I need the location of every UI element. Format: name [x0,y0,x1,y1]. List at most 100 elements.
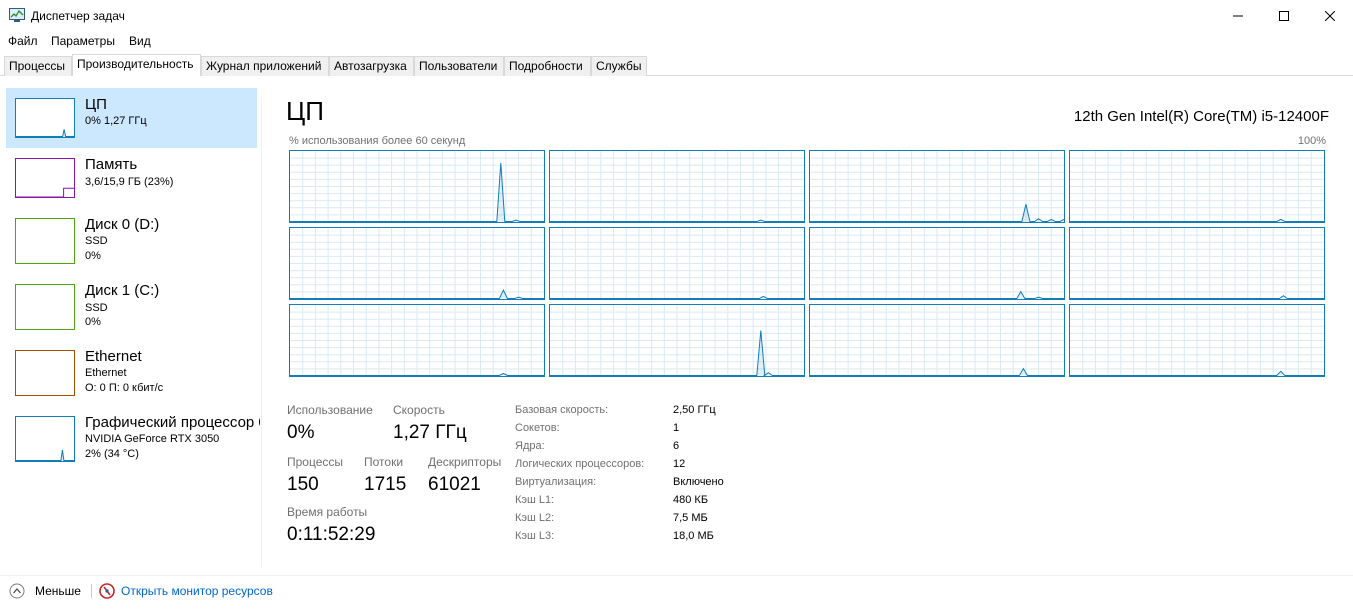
sidebar-item-detail: Ethernet [85,367,127,379]
spec-label: Логических процессоров: [515,458,645,470]
resource-monitor-icon[interactable] [99,583,115,599]
sidebar-item-disk-0[interactable]: Диск 0 (D:) SSD 0% [6,208,257,268]
core-graph-svg [550,228,804,299]
footer-separator [91,584,92,598]
thumbnail-line [16,129,74,137]
spec-label: Базовая скорость: [515,404,609,416]
spec-value: 12 [673,458,686,470]
sidebar-item-detail-2: 0% [85,250,101,262]
cpu-thumbnail [15,98,75,138]
spec-value: 480 КБ [673,494,709,506]
processes-value: 150 [287,474,319,495]
thumbnail-graph [16,351,74,395]
sidebar-item-detail: NVIDIA GeForce RTX 3050 [85,433,220,445]
ethernet-thumbnail [15,350,75,396]
sidebar-item-detail-2: 0% [85,316,101,328]
speed-label: Скорость [393,403,445,417]
window-title: Диспетчер задач [31,9,125,23]
sidebar-item-detail-2: 2% (34 °C) [85,448,139,460]
handles-value: 61021 [428,474,481,495]
tab-users[interactable]: Пользователи [414,56,504,76]
spec-value: 7,5 МБ [673,512,708,524]
core-graph-3 [1069,150,1325,223]
handles-label: Дескрипторы [428,455,502,469]
tab-app-history[interactable]: Журнал приложений [201,56,329,76]
core-graph-8 [289,304,545,377]
sidebar-item-title: Ethernet [85,348,142,365]
core-graph-7 [1069,227,1325,300]
spec-label: Сокетов: [515,422,560,434]
spec-value: 6 [673,440,680,452]
sidebar-item-gpu[interactable]: Графический процессор 0 NVIDIA GeForce R… [6,406,260,466]
tab-services[interactable]: Службы [591,56,647,76]
core-graph-svg [810,151,1064,222]
usage-value: 0% [287,422,315,443]
maximize-icon [1279,10,1289,21]
sidebar-item-title: Диск 1 (C:) [85,282,160,299]
core-graph-1 [549,150,805,223]
chevron-up-icon[interactable] [9,583,25,599]
memory-thumbnail [15,158,75,198]
thumbnail-graph [16,219,74,263]
tab-processes[interactable]: Процессы [4,56,72,76]
core-graph-svg [290,151,544,222]
sidebar-item-detail: 3,6/15,9 ГБ (23%) [85,176,174,188]
spec-value: Включено [673,476,724,488]
close-button[interactable] [1307,0,1353,31]
core-graph-svg [550,305,804,376]
minimize-button[interactable] [1215,0,1261,31]
graph-max-label: 100% [1297,135,1326,147]
spec-label: Кэш L3: [515,530,555,542]
tab-details[interactable]: Подробности [504,56,591,76]
sidebar-item-ethernet[interactable]: Ethernet Ethernet О: 0 П: 0 кбит/с [6,340,257,400]
graph-caption: % использования более 60 секунд [289,135,466,147]
core-graph-5 [549,227,805,300]
sidebar-item-memory[interactable]: Память 3,6/15,9 ГБ (23%) [6,148,257,208]
sidebar-divider [261,97,262,567]
minimize-icon [1233,15,1243,16]
core-graph-9 [549,304,805,377]
threads-value: 1715 [364,474,407,495]
thumbnail-line [16,449,74,461]
close-icon [1325,10,1335,21]
open-resource-monitor-link[interactable]: Открыть монитор ресурсов [121,584,273,598]
core-graph-svg [1070,151,1324,222]
thumbnail-graph [16,285,74,329]
sidebar-item-disk-1[interactable]: Диск 1 (C:) SSD 0% [6,274,257,334]
uptime-label: Время работы [287,505,368,519]
core-graph-4 [289,227,545,300]
page-title: ЦП [286,96,324,126]
tab-startup[interactable]: Автозагрузка [329,56,414,76]
core-graph-svg [810,228,1064,299]
maximize-button[interactable] [1261,0,1307,31]
task-manager-icon [9,8,25,22]
menu-file[interactable]: Файл [8,34,38,48]
thumbnail-line [16,187,74,197]
tab-performance[interactable]: Производительность [72,54,201,76]
thumbnail-graph [16,187,74,197]
core-graph-10 [809,304,1065,377]
threads-label: Потоки [364,455,404,469]
speed-value: 1,27 ГГц [393,422,467,443]
tab-bar: Процессы Производительность Журнал прило… [0,54,1353,76]
core-graph-0 [289,150,545,223]
processes-label: Процессы [287,455,344,469]
uptime-value: 0:11:52:29 [287,524,376,545]
core-graph-2 [809,150,1065,223]
spec-label: Ядра: [515,440,545,452]
thumbnail-graph [16,449,74,461]
cpu-model-name: 12th Gen Intel(R) Core(TM) i5-12400F [1073,108,1329,125]
footer: Меньше Открыть монитор ресурсов [0,575,1353,607]
menu-view[interactable]: Вид [129,34,151,48]
fewer-details-button[interactable]: Меньше [35,584,81,598]
menu-options[interactable]: Параметры [51,34,115,48]
core-graph-svg [550,151,804,222]
spec-label: Кэш L2: [515,512,555,524]
spec-label: Кэш L1: [515,494,555,506]
spec-value: 18,0 МБ [673,530,714,542]
menu-bar: Файл Параметры Вид [0,31,1353,51]
title-bar: Диспетчер задач [0,0,1353,31]
sidebar-item-cpu[interactable]: ЦП 0% 1,27 ГГц [6,88,257,148]
usage-label: Использование [287,403,373,417]
core-graph-svg [1070,228,1324,299]
